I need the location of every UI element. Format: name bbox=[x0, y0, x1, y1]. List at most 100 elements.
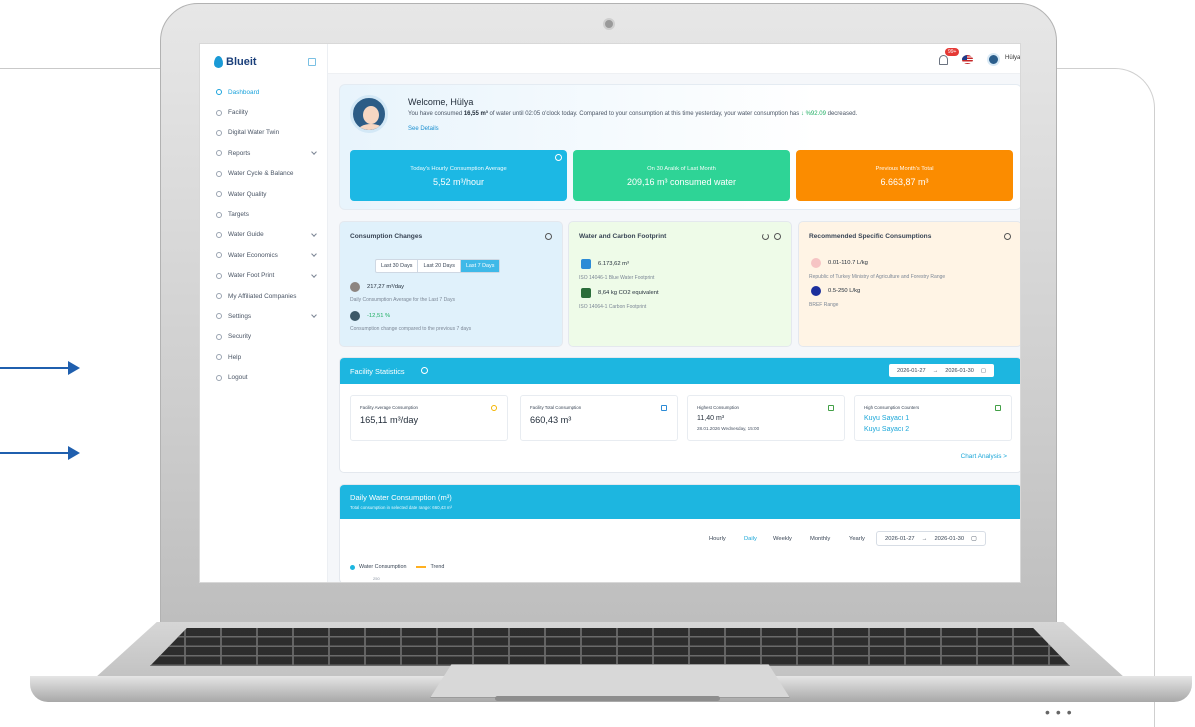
chevron-down-icon[interactable] bbox=[311, 149, 317, 156]
topbar: 99+ Hülya bbox=[328, 44, 1020, 74]
sidebar-item-reports[interactable]: Reports bbox=[200, 143, 328, 163]
info-icon[interactable] bbox=[545, 233, 552, 240]
date-to: 2026-01-30 bbox=[945, 367, 974, 374]
us-flag-icon[interactable] bbox=[962, 55, 973, 64]
facility-title: Facility Statistics bbox=[350, 367, 405, 376]
recommended-consumptions-card: Recommended Specific Consumptions 0.01-1… bbox=[798, 221, 1020, 347]
legend-consumption-marker[interactable] bbox=[350, 564, 355, 570]
facility-statistics-panel: Facility Statistics 2026-01-27 → 2026-01… bbox=[339, 357, 1020, 473]
daily-header: Daily Water Consumption (m³) Total consu… bbox=[340, 485, 1020, 519]
period-yearly[interactable]: Yearly bbox=[849, 536, 865, 542]
range-bref-value: 0.5-250 L/kg bbox=[828, 288, 861, 294]
tab-last-7-days[interactable]: Last 7 Days bbox=[460, 260, 500, 272]
period-monthly[interactable]: Monthly bbox=[810, 536, 830, 542]
cycle-icon bbox=[216, 170, 222, 177]
sidebar-item-label: Water Economics bbox=[228, 251, 278, 259]
water-drop-icon bbox=[214, 56, 223, 68]
stat-card-hourly: Today's Hourly Consumption Average 5,52 … bbox=[350, 150, 567, 201]
sidebar-item-label: Help bbox=[228, 353, 242, 361]
sidebar-item-label: Logout bbox=[228, 374, 248, 382]
sidebar-item-security[interactable]: Security bbox=[200, 327, 328, 347]
sidebar-item-water-cycle-balance[interactable]: Water Cycle & Balance bbox=[200, 164, 328, 184]
app-screen: Blueit Dashboard Facility Digital Water Tw… bbox=[199, 43, 1021, 583]
sidebar-item-water-economics[interactable]: Water Economics bbox=[200, 245, 328, 265]
info-icon[interactable] bbox=[555, 154, 562, 161]
sidebar-item-help[interactable]: Help bbox=[200, 347, 328, 367]
chevron-down-icon[interactable] bbox=[311, 230, 317, 237]
counter-link[interactable]: Kuyu Sayacı 2 bbox=[864, 426, 909, 433]
range-ministry-value: 0.01-110.7 L/kg bbox=[828, 260, 868, 266]
legend-trend-label[interactable]: Trend bbox=[430, 564, 444, 570]
stat-value: 6.663,87 m³ bbox=[880, 177, 929, 187]
footprint-icon bbox=[216, 272, 222, 279]
period-daily[interactable]: Daily bbox=[744, 536, 757, 542]
date-from: 2026-01-27 bbox=[885, 535, 915, 542]
sidebar-item-label: Water Foot Print bbox=[228, 272, 275, 280]
daily-date-range[interactable]: 2026-01-27 → 2026-01-30 ▢ bbox=[876, 531, 986, 546]
guide-icon bbox=[216, 231, 222, 238]
legend-consumption-label[interactable]: Water Consumption bbox=[359, 564, 406, 570]
chevron-down-icon[interactable] bbox=[311, 271, 317, 278]
period-hourly[interactable]: Hourly bbox=[709, 536, 726, 542]
stat-card-last-month: On 30 Aralık of Last Month 209,16 m³ con… bbox=[573, 150, 790, 201]
sidebar-item-label: Water Quality bbox=[228, 190, 267, 198]
bell-icon[interactable] bbox=[939, 55, 948, 65]
sidebar-item-dashboard[interactable]: Dashboard bbox=[200, 82, 328, 102]
sidebar-item-settings[interactable]: Settings bbox=[200, 306, 328, 326]
sidebar-item-logout[interactable]: Logout bbox=[200, 367, 328, 387]
sun-icon bbox=[491, 405, 497, 411]
blue-water-value: 6.173,62 m³ bbox=[598, 261, 629, 267]
sidebar-nav: Dashboard Facility Digital Water Twin Repor… bbox=[200, 82, 328, 388]
tab-last-20-days[interactable]: Last 20 Days bbox=[418, 260, 461, 272]
keyboard-rows bbox=[150, 628, 1070, 666]
app-logo[interactable]: Blueit bbox=[214, 56, 257, 68]
sidebar-item-water-foot-print[interactable]: Water Foot Print bbox=[200, 266, 328, 286]
change-icon bbox=[350, 311, 360, 321]
sidebar-item-water-guide[interactable]: Water Guide bbox=[200, 225, 328, 245]
daily-subtitle: Total consumption in selected date range… bbox=[350, 505, 453, 510]
info-icon[interactable] bbox=[774, 233, 781, 240]
daily-average-caption: Daily Consumption Average for the Last 7… bbox=[350, 297, 455, 303]
highest-consumption-box: Highest Consumption 11,40 m³ 28.01.2026 … bbox=[687, 395, 845, 441]
sidebar-item-label: Water Guide bbox=[228, 231, 264, 239]
targets-icon bbox=[216, 211, 222, 218]
avatar-face bbox=[363, 106, 379, 124]
period-weekly[interactable]: Weekly bbox=[773, 536, 792, 542]
sidebar-item-facility[interactable]: Facility bbox=[200, 102, 328, 122]
avatar-body bbox=[358, 124, 384, 130]
welcome-title: Welcome, Hülya bbox=[408, 97, 474, 107]
daily-consumption-panel: Daily Water Consumption (m³) Total consu… bbox=[339, 484, 1020, 582]
recycle-icon bbox=[828, 405, 834, 411]
sidebar-item-my-affiliated-companies[interactable]: My Affiliated Companies bbox=[200, 286, 328, 306]
box-label: Facility Total Consumption bbox=[530, 405, 582, 410]
box-value: 660,43 m³ bbox=[530, 415, 572, 425]
trackpad bbox=[430, 664, 790, 698]
refresh-icon[interactable] bbox=[762, 233, 769, 240]
calendar-icon: ▢ bbox=[980, 367, 987, 374]
user-avatar[interactable] bbox=[987, 53, 1000, 66]
info-icon[interactable] bbox=[421, 367, 428, 374]
see-details-link[interactable]: See Details bbox=[408, 126, 439, 132]
sidebar-item-targets[interactable]: Targets bbox=[200, 204, 328, 224]
user-name[interactable]: Hülya bbox=[1005, 55, 1020, 61]
collapse-sidebar-icon[interactable] bbox=[308, 58, 316, 66]
box-label: High Consumption Counters bbox=[864, 405, 920, 410]
chevron-down-icon[interactable] bbox=[311, 312, 317, 319]
help-icon bbox=[216, 354, 222, 361]
counter-link[interactable]: Kuyu Sayacı 1 bbox=[864, 415, 909, 422]
notification-badge: 99+ bbox=[945, 48, 960, 56]
facility-date-range[interactable]: 2026-01-27 → 2026-01-30 ▢ bbox=[889, 364, 995, 377]
card-title: Water and Carbon Footprint bbox=[579, 233, 667, 240]
stat-label: Today's Hourly Consumption Average bbox=[410, 166, 507, 172]
date-to: 2026-01-30 bbox=[934, 535, 965, 542]
tab-last-30-days[interactable]: Last 30 Days bbox=[376, 260, 419, 272]
sidebar-item-water-quality[interactable]: Water Quality bbox=[200, 184, 328, 204]
facility-total-box: Facility Total Consumption 660,43 m³ bbox=[520, 395, 678, 441]
legend-trend-marker[interactable] bbox=[416, 566, 427, 568]
decor-line bbox=[0, 68, 175, 69]
water-carbon-footprint-card: Water and Carbon Footprint 6.173,62 m³ I… bbox=[568, 221, 792, 347]
info-icon[interactable] bbox=[1004, 233, 1011, 240]
sidebar-item-digital-water-twin[interactable]: Digital Water Twin bbox=[200, 123, 328, 143]
chevron-down-icon[interactable] bbox=[311, 251, 317, 257]
chart-analysis-link[interactable]: Chart Analysis > bbox=[961, 453, 1007, 460]
